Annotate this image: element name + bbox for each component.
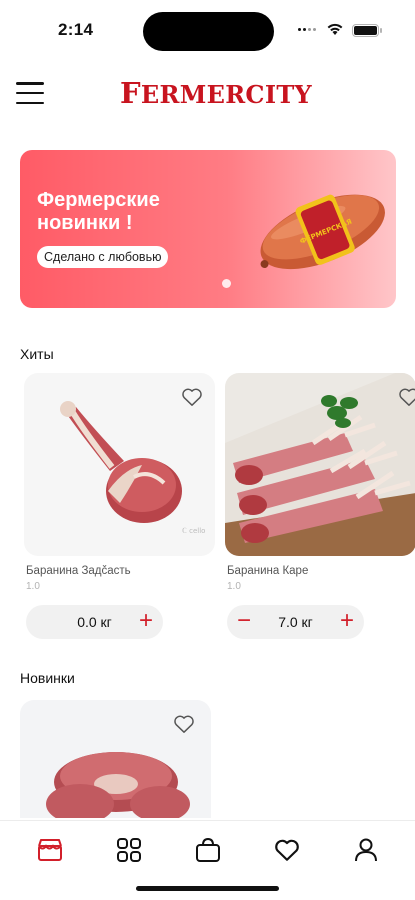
- tab-bar: [0, 820, 415, 900]
- quantity-stepper[interactable]: − 7.0 кг +: [227, 605, 364, 639]
- favorite-icon[interactable]: [398, 387, 415, 407]
- increase-button[interactable]: +: [129, 605, 163, 639]
- signal-icon: [298, 28, 316, 31]
- bag-icon: [196, 837, 220, 862]
- favorite-icon[interactable]: [173, 714, 195, 734]
- tab-shop[interactable]: [35, 835, 65, 865]
- product-image: [225, 373, 415, 556]
- product-card[interactable]: Баранина Каре 1.0 − 7.0 кг +: [225, 373, 415, 639]
- menu-icon-line: [16, 91, 44, 95]
- lamb-rack-image: [225, 373, 415, 556]
- banner-subtitle: Сделано с любовью: [37, 246, 169, 268]
- favorite-icon[interactable]: [181, 387, 203, 407]
- product-unit: 1.0: [26, 581, 40, 592]
- grid-icon: [117, 838, 141, 862]
- status-time: 2:14: [58, 20, 94, 39]
- profile-icon: [355, 838, 377, 862]
- section-title-hits: Хиты: [20, 346, 54, 362]
- tab-favorites[interactable]: [272, 835, 302, 865]
- wifi-icon: [327, 23, 343, 35]
- tab-catalog[interactable]: [114, 835, 144, 865]
- product-image: ℂ cello: [24, 373, 215, 556]
- product-name: Баранина Каре: [227, 565, 309, 577]
- product-name: Баранина Задčасть: [26, 565, 131, 577]
- pagination-dot: [222, 279, 231, 288]
- sausage-image: ФЕРМЕРСКАЯ: [260, 194, 385, 270]
- tab-cart[interactable]: [193, 835, 223, 865]
- banner-title: Фермерские новинки !: [37, 189, 160, 234]
- product-card[interactable]: ℂ cello Баранина Задčасть 1.0 0.0 кг +: [24, 373, 215, 639]
- product-image: [20, 700, 211, 818]
- tab-profile[interactable]: [351, 835, 381, 865]
- banner-pagination: [222, 279, 231, 288]
- menu-icon-line: [16, 101, 44, 104]
- dynamic-island: [143, 12, 274, 51]
- status-bar: 2:14: [0, 0, 415, 60]
- increase-button[interactable]: +: [330, 605, 364, 639]
- battery-icon: [352, 24, 382, 37]
- quantity-stepper[interactable]: 0.0 кг +: [26, 605, 163, 639]
- shop-icon: [38, 839, 62, 861]
- menu-icon-line: [16, 82, 44, 85]
- section-title-new: Новинки: [20, 670, 75, 686]
- menu-button[interactable]: [16, 82, 44, 104]
- app-logo: Fermercity: [120, 76, 312, 110]
- product-unit: 1.0: [227, 581, 241, 592]
- heart-icon: [275, 839, 299, 861]
- promo-banner[interactable]: Фермерские новинки ! Сделано с любовью Ф…: [20, 150, 396, 308]
- watermark: ℂ cello: [182, 527, 205, 535]
- product-card[interactable]: [20, 700, 211, 818]
- home-indicator: [136, 886, 279, 891]
